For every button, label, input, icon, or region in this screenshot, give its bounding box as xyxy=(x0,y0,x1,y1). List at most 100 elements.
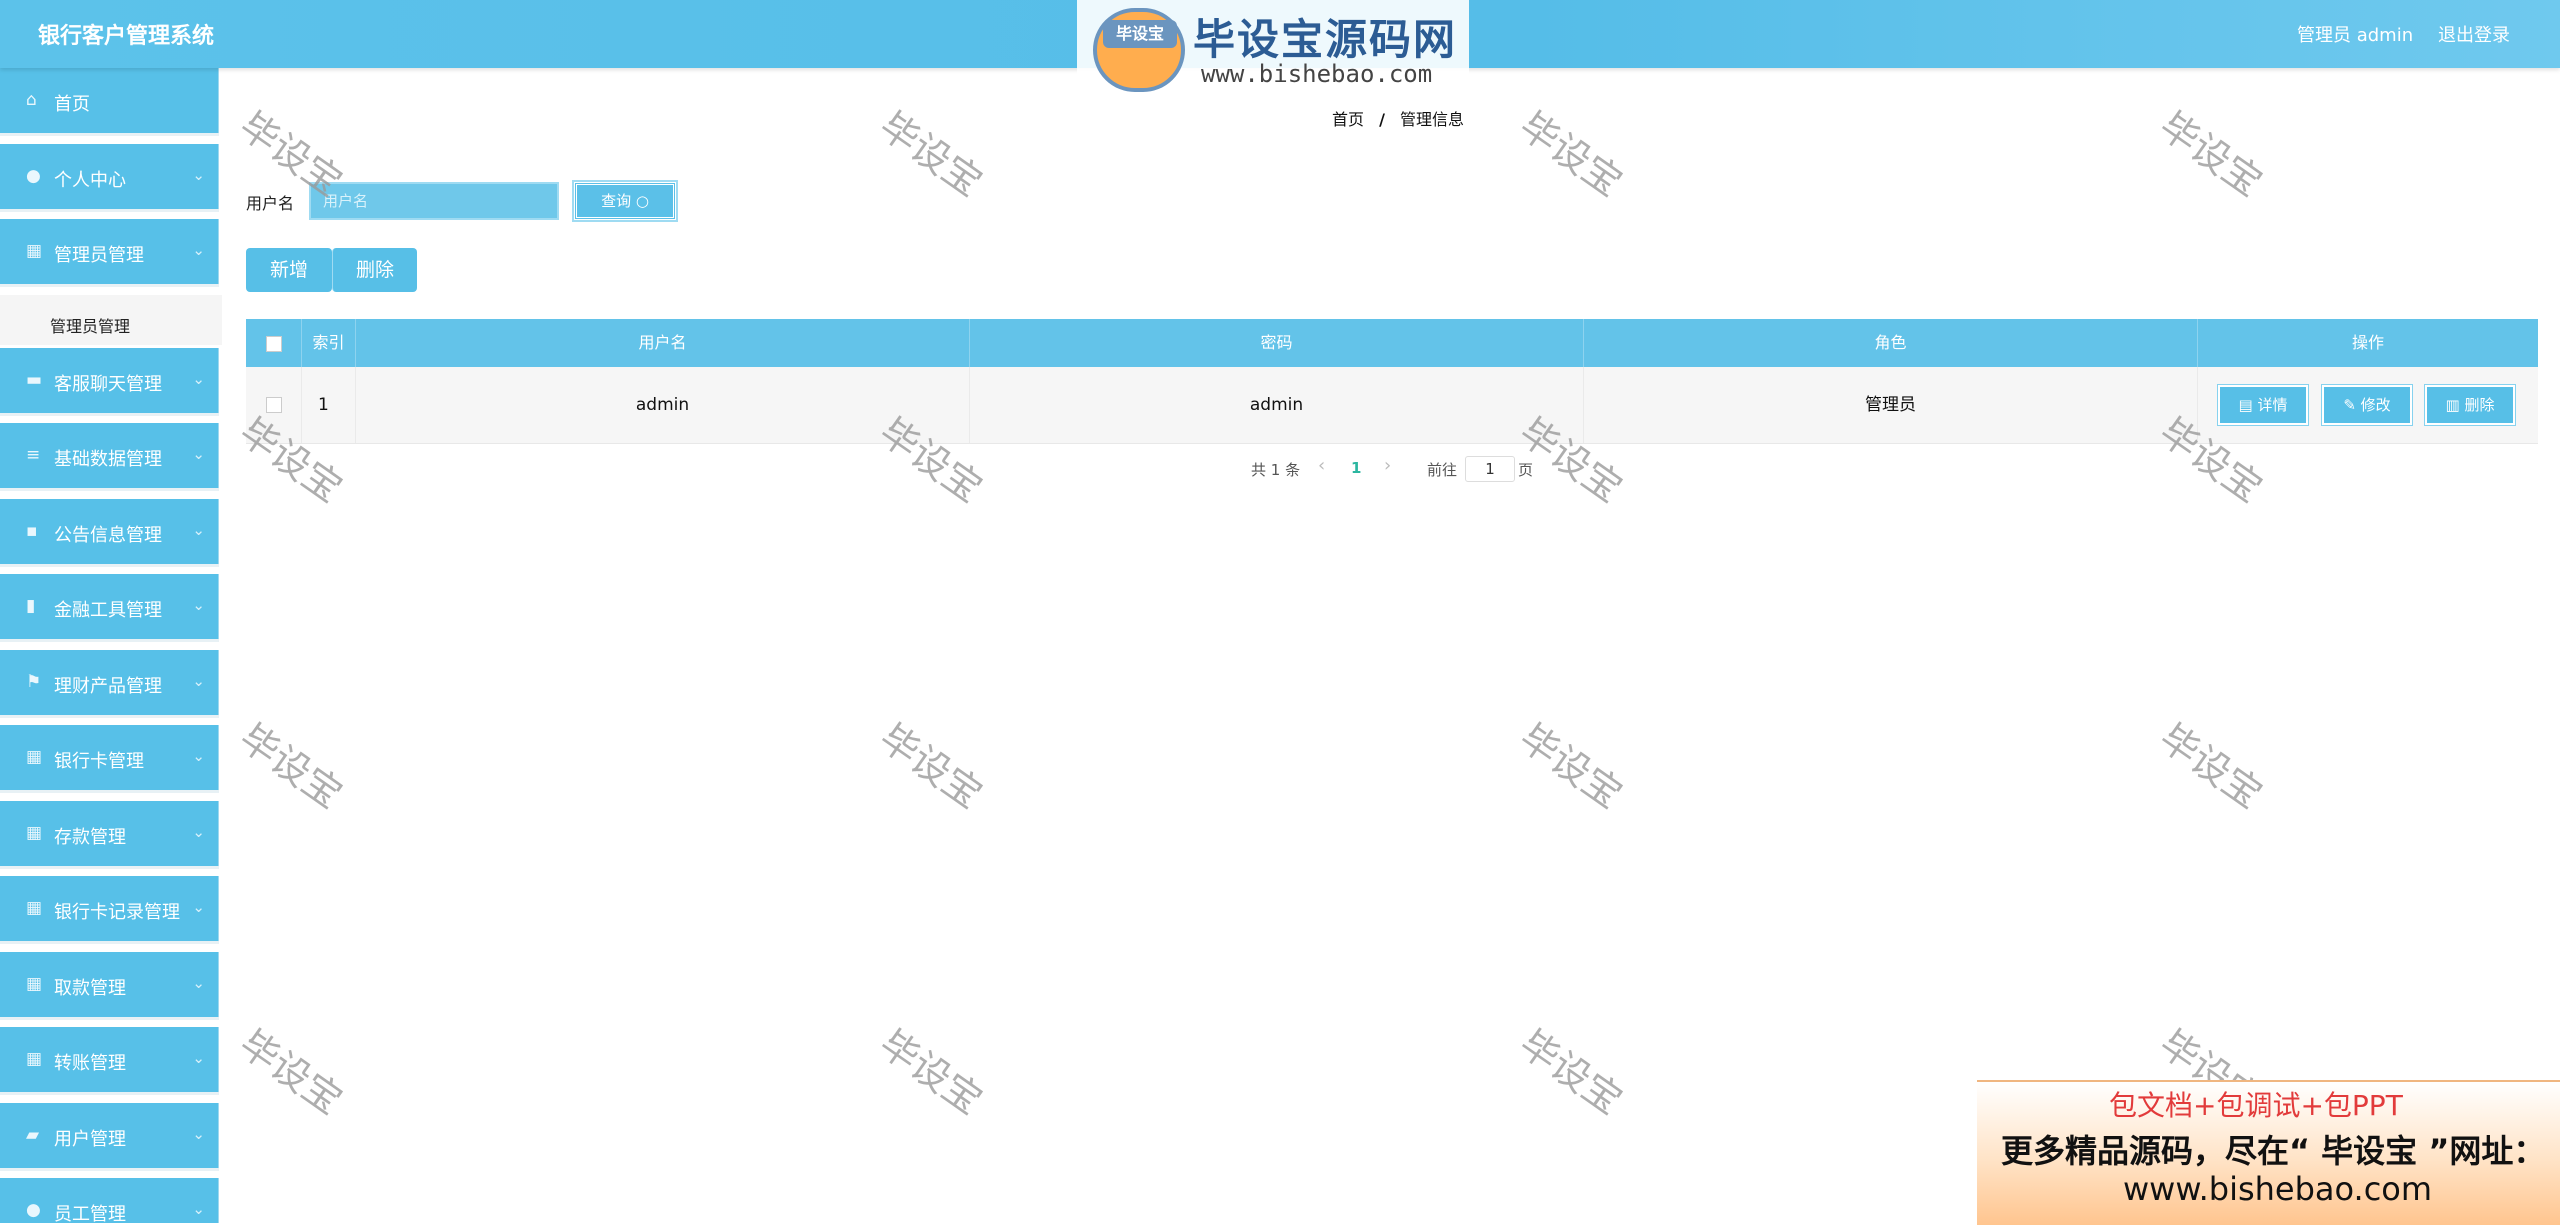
detail-button-label: 详情 xyxy=(2257,396,2288,414)
sidebar-item-bank-card[interactable]: ▦ 银行卡管理 ⌄ xyxy=(0,725,219,793)
sidebar-item-finance-tools[interactable]: ▮ 金融工具管理 ⌄ xyxy=(0,574,219,642)
site-logo: 毕设宝 毕设宝源码网 www.bishebao.com xyxy=(1077,0,1469,104)
username-search-input[interactable] xyxy=(309,182,559,220)
promo-banner[interactable]: 包文档+包调试+包PPT 更多精品源码，尽在“ 毕设宝 ”网址： www.bis… xyxy=(1977,1080,2560,1225)
edit-button[interactable]: ✎ 修改 xyxy=(2321,384,2413,426)
pagination-current-page[interactable]: 1 xyxy=(1351,459,1361,477)
cell-ops: ▤ 详情 ✎ 修改 ▥ 删除 xyxy=(2198,367,2538,443)
sidebar-item-chat[interactable]: ▬ 客服聊天管理 ⌄ xyxy=(0,348,219,416)
sidebar-item-card-records[interactable]: ▦ 银行卡记录管理 ⌄ xyxy=(0,876,219,944)
chevron-down-icon: ⌄ xyxy=(192,974,205,992)
sidebar-item-admin[interactable]: ▦ 管理员管理 ⌄ xyxy=(0,219,219,287)
chevron-down-icon: ⌄ xyxy=(192,747,205,765)
row-select-cell xyxy=(246,367,302,443)
watermark: 毕设宝 xyxy=(1511,715,1631,817)
logo-badge-text: 毕设宝 xyxy=(1103,20,1177,48)
delete-button-label: 删除 xyxy=(2464,396,2495,414)
watermark: 毕设宝 xyxy=(871,103,991,205)
flag-icon: ⚑ xyxy=(26,672,42,692)
pagination-goto-input[interactable]: 1 xyxy=(1465,456,1515,482)
sidebar-item-deposit[interactable]: ▦ 存款管理 ⌄ xyxy=(0,801,219,869)
pagination-goto-label: 前往 xyxy=(1427,461,1458,479)
delete-button[interactable]: ▥ 删除 xyxy=(2424,384,2516,426)
grid-icon: ▦ xyxy=(26,823,43,843)
chevron-down-icon: ⌄ xyxy=(192,521,205,539)
cell-username: admin xyxy=(356,367,970,443)
query-button[interactable]: 查询 ○ xyxy=(572,180,678,222)
sidebar-item-label: 金融工具管理 xyxy=(54,600,162,621)
sidebar-item-basic-data[interactable]: ≡ 基础数据管理 ⌄ xyxy=(0,423,219,491)
grid-icon: ▦ xyxy=(26,1049,43,1069)
lock-icon: ▰ xyxy=(26,1125,40,1145)
detail-button[interactable]: ▤ 详情 xyxy=(2217,384,2309,426)
promo-line-2: 更多精品源码，尽在“ 毕设宝 ”网址： xyxy=(2001,1132,2546,1170)
sidebar-item-label: 银行卡管理 xyxy=(54,751,144,772)
chevron-down-icon: ⌄ xyxy=(192,596,205,614)
grid-icon: ▦ xyxy=(26,974,43,994)
user-icon: ● xyxy=(26,166,41,186)
watermark: 毕设宝 xyxy=(871,1021,991,1123)
sidebar-item-home[interactable]: ⌂ 首页 xyxy=(0,68,219,136)
breadcrumb-current: 管理信息 xyxy=(1400,110,1465,129)
sidebar-item-label: 银行卡记录管理 xyxy=(54,902,180,923)
sidebar-item-staff[interactable]: ● 员工管理 ⌄ xyxy=(0,1178,219,1223)
message-icon: ▪ xyxy=(26,521,38,541)
sidebar-item-withdraw[interactable]: ▦ 取款管理 ⌄ xyxy=(0,952,219,1020)
select-all-cell xyxy=(246,319,302,367)
sidebar-item-users[interactable]: ▰ 用户管理 ⌄ xyxy=(0,1103,219,1171)
chat-icon: ▬ xyxy=(26,370,43,390)
sidebar-item-label: 存款管理 xyxy=(54,827,126,848)
logout-link[interactable]: 退出登录 xyxy=(2438,21,2510,47)
chevron-down-icon: ⌄ xyxy=(192,1200,205,1218)
sidebar-item-label: 员工管理 xyxy=(54,1204,126,1223)
bar-chart-icon: ▮ xyxy=(26,596,36,616)
edit-button-label: 修改 xyxy=(2360,396,2391,414)
table-header: 索引 用户名 密码 角色 操作 xyxy=(246,319,2538,367)
watermark: 毕设宝 xyxy=(231,715,351,817)
pagination-total: 共 1 条 xyxy=(1251,461,1301,479)
sidebar-item-label: 取款管理 xyxy=(54,978,126,999)
cell-role: 管理员 xyxy=(1584,367,2198,443)
add-button[interactable]: 新增 xyxy=(246,248,332,292)
sidebar-item-profile[interactable]: ● 个人中心 ⌄ xyxy=(0,144,219,212)
sidebar-item-wealth-products[interactable]: ⚑ 理财产品管理 ⌄ xyxy=(0,650,219,718)
chevron-down-icon: ⌄ xyxy=(192,445,205,463)
sidebar-item-label: 转账管理 xyxy=(54,1053,126,1074)
trash-icon: ▥ xyxy=(2445,396,2465,414)
sidebar-subitem-admin[interactable]: 管理员管理 xyxy=(0,295,222,345)
grid-icon: ▦ xyxy=(26,898,43,918)
column-header-ops: 操作 xyxy=(2351,333,2384,352)
batch-delete-button[interactable]: 删除 xyxy=(332,248,417,292)
search-label: 用户名 xyxy=(246,194,295,213)
breadcrumb-home[interactable]: 首页 xyxy=(1332,110,1364,129)
list-icon: ≡ xyxy=(26,445,41,465)
watermark: 毕设宝 xyxy=(2151,103,2271,205)
promo-url[interactable]: www.bishebao.com xyxy=(2123,1170,2432,1208)
breadcrumb-separator: / xyxy=(1379,110,1385,129)
breadcrumb: 首页 / 管理信息 xyxy=(1332,106,1464,130)
chevron-down-icon: ⌄ xyxy=(192,1125,205,1143)
cell-password: admin xyxy=(970,367,1584,443)
logo-main-text: 毕设宝源码网 xyxy=(1193,15,1458,64)
chevron-down-icon: ⌄ xyxy=(192,672,205,690)
sidebar-item-label: 用户管理 xyxy=(54,1129,126,1150)
sidebar-item-label: 个人中心 xyxy=(54,170,126,191)
sidebar: ⌂ 首页 ● 个人中心 ⌄ ▦ 管理员管理 ⌄ 管理员管理 ▬ 客服聊天管理 ⌄… xyxy=(0,68,222,1223)
sidebar-item-transfer[interactable]: ▦ 转账管理 ⌄ xyxy=(0,1027,219,1095)
cell-index: 1 xyxy=(302,367,356,443)
watermark: 毕设宝 xyxy=(1511,103,1631,205)
sidebar-item-notice[interactable]: ▪ 公告信息管理 ⌄ xyxy=(0,499,219,567)
sidebar-item-label: 公告信息管理 xyxy=(54,525,162,546)
pagination-prev-icon[interactable]: ‹ xyxy=(1318,455,1325,476)
chevron-down-icon: ⌄ xyxy=(192,370,205,388)
sidebar-item-label: 客服聊天管理 xyxy=(54,374,162,395)
pagination-next-icon[interactable]: › xyxy=(1384,455,1391,476)
watermark: 毕设宝 xyxy=(1511,1021,1631,1123)
sidebar-item-label: 理财产品管理 xyxy=(54,676,162,697)
pencil-icon: ✎ xyxy=(2343,396,2361,414)
row-checkbox[interactable] xyxy=(265,397,282,413)
chevron-down-icon: ⌄ xyxy=(192,898,205,916)
select-all-checkbox[interactable] xyxy=(265,335,282,352)
column-header-index: 索引 xyxy=(302,319,356,367)
logo-mascot-icon: 毕设宝 xyxy=(1093,8,1185,92)
